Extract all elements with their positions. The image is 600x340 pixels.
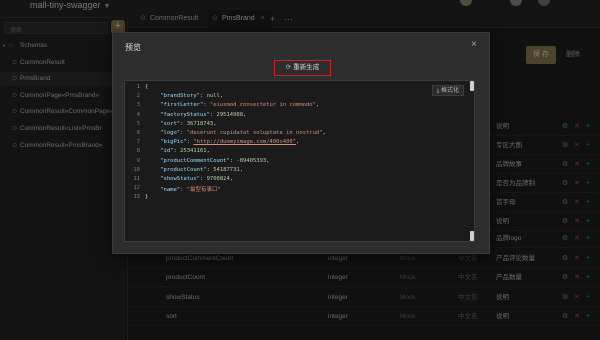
code-line: } (145, 194, 149, 201)
code-line: "productCount": 54187731, (160, 166, 244, 173)
code-line: "productCommentCount": -89405393, (160, 157, 270, 164)
line-number: 5 (136, 120, 140, 127)
regenerate-label: 重新生成 (293, 64, 320, 71)
code-line: "name": "最型有事口" (160, 187, 221, 194)
code-line: "sort": 36718743, (160, 120, 217, 127)
regenerate-button[interactable]: ⟳ 重新生成 (274, 60, 331, 76)
code-line: "logo": "deserunt cupidatat voluptate in… (160, 130, 326, 136)
scrollbar-thumb-bottom[interactable] (470, 231, 474, 241)
line-number: 1 (136, 84, 140, 90)
format-button[interactable]: ⤓ 格式化 (431, 85, 464, 96)
format-label: 格式化 (440, 88, 459, 94)
close-icon[interactable]: × (471, 39, 477, 50)
line-number: 13 (133, 194, 140, 201)
modal-title: 预览 (125, 43, 141, 52)
code-line: "firstLetter": "eiusmod consectetur in c… (160, 102, 320, 109)
code-line: "bigPic": "http://dummyimage.com/400x400… (160, 139, 300, 146)
line-number: 11 (133, 176, 140, 182)
code-line: "factoryStatus": 29514988, (160, 111, 247, 118)
line-number: 7 (136, 139, 140, 146)
preview-modal: 预览 × ⟳ 重新生成 1 2 3 4 5 6 7 8 9 10 11 12 13 { "brandSto… (112, 32, 490, 254)
line-number: 4 (136, 111, 140, 118)
scrollbar-thumb-top[interactable] (470, 81, 474, 91)
line-number: 3 (136, 102, 140, 109)
line-number: 9 (136, 157, 140, 164)
line-number: 2 (136, 93, 140, 100)
line-number: 8 (136, 148, 140, 155)
code-line: "id": 25341161, (160, 148, 210, 155)
refresh-icon: ⟳ (285, 64, 292, 71)
code-line: { (145, 84, 149, 90)
line-number-gutter: 1 2 3 4 5 6 7 8 9 10 11 12 13 (125, 81, 143, 241)
line-number: 10 (133, 166, 140, 173)
code-editor[interactable]: 1 2 3 4 5 6 7 8 9 10 11 12 13 { "brandStory": null, … (124, 80, 475, 242)
line-number: 6 (136, 130, 140, 136)
download-icon: ⤓ (436, 88, 440, 94)
code-line: "showStatus": 9700824, (160, 176, 234, 182)
line-number: 12 (133, 185, 140, 192)
code-line: "brandStory": null, (160, 93, 224, 100)
